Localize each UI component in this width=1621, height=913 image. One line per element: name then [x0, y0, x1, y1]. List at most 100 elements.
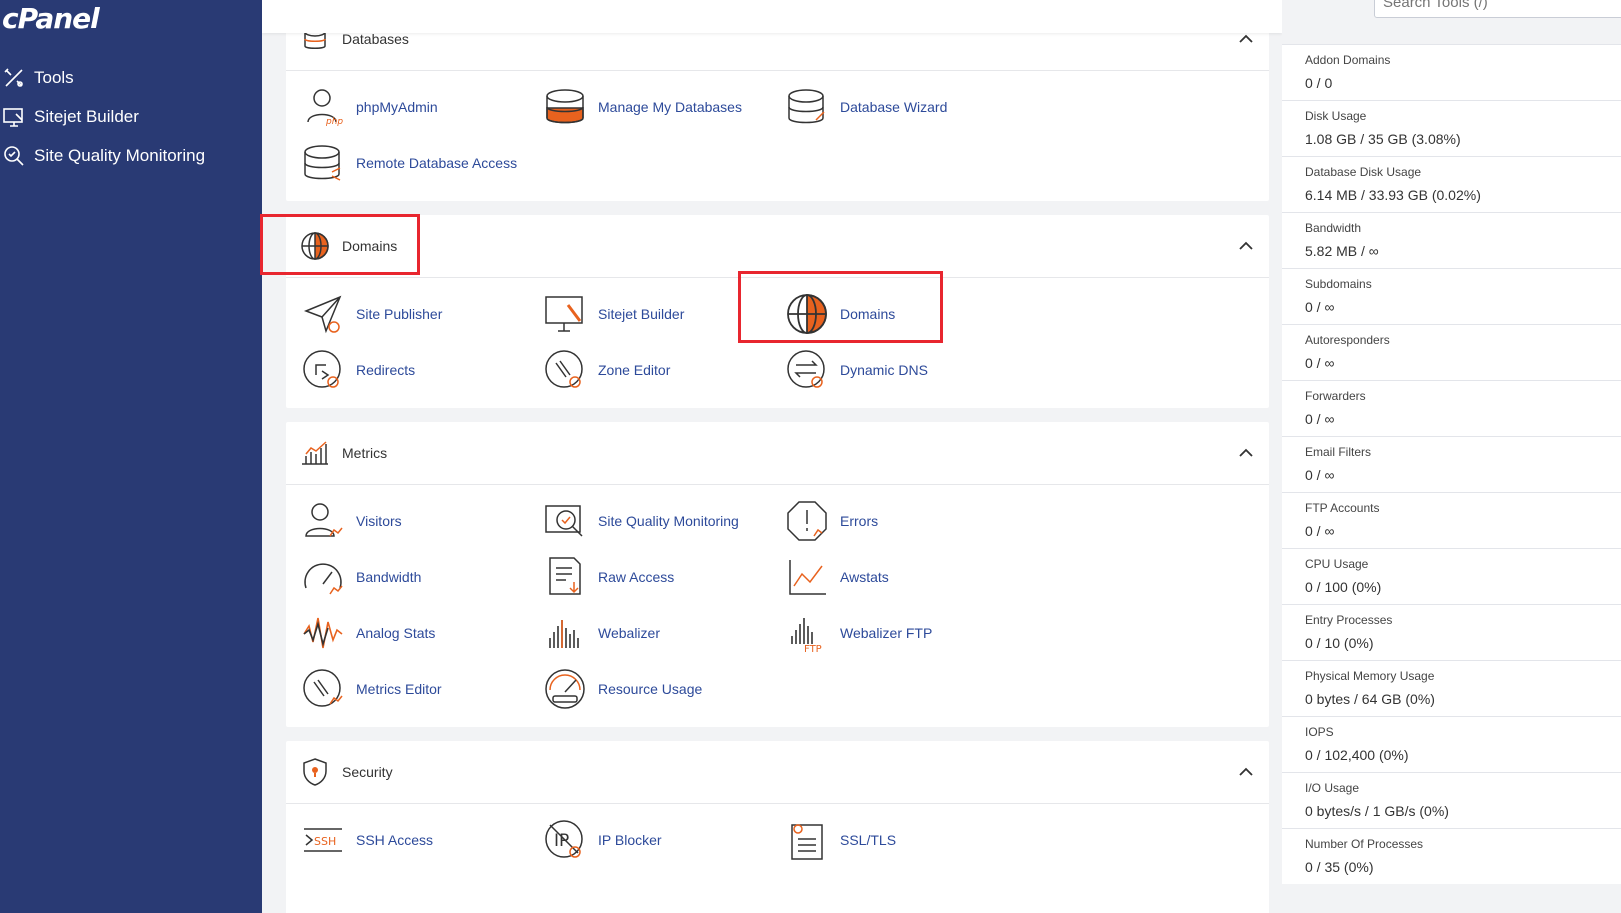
- tool-label: Webalizer FTP: [840, 625, 933, 641]
- stat-label: Entry Processes: [1305, 613, 1393, 627]
- stat-value: 6.14 MB / 33.93 GB (0.02%): [1305, 187, 1481, 203]
- sidebar-item-label: Sitejet Builder: [34, 107, 139, 126]
- stat-label: Forwarders: [1305, 389, 1366, 403]
- sidebar-item-sitejet-builder[interactable]: Sitejet Builder: [0, 101, 262, 133]
- stat-label: I/O Usage: [1305, 781, 1360, 795]
- tool-label: Manage My Databases: [598, 99, 742, 115]
- tool-awstats[interactable]: Awstats: [786, 552, 1026, 602]
- tool-webalizer-ftp[interactable]: FTP Webalizer FTP: [786, 608, 1026, 658]
- metrics-header[interactable]: Metrics: [286, 422, 1269, 485]
- tool-label: Dynamic DNS: [840, 362, 928, 378]
- section-title: Databases: [342, 31, 409, 47]
- tool-bandwidth[interactable]: Bandwidth: [302, 552, 542, 602]
- tool-ssh-access[interactable]: SSH SSH Access: [302, 815, 542, 865]
- chevron-up-icon[interactable]: [1239, 241, 1253, 251]
- stat-value: 0 / ∞: [1305, 467, 1335, 483]
- tool-label: IP Blocker: [598, 832, 662, 848]
- stat-value: 0 / ∞: [1305, 355, 1335, 371]
- stat-value: 0 / ∞: [1305, 523, 1335, 539]
- search-input[interactable]: [1374, 0, 1621, 18]
- tool-label: Site Publisher: [356, 306, 443, 322]
- tool-zone-editor[interactable]: Zone Editor: [544, 345, 784, 395]
- stat-row: Forwarders 0 / ∞: [1282, 380, 1621, 436]
- tool-label: Site Quality Monitoring: [598, 513, 739, 529]
- tool-resource-usage[interactable]: Resource Usage: [544, 664, 784, 714]
- stat-label: Database Disk Usage: [1305, 165, 1422, 179]
- tool-label: Redirects: [356, 362, 416, 378]
- domains-header[interactable]: Domains: [286, 215, 1269, 278]
- tool-site-quality-monitoring[interactable]: Site Quality Monitoring: [544, 496, 784, 546]
- stat-label: Disk Usage: [1305, 109, 1367, 123]
- tool-site-publisher[interactable]: Site Publisher: [302, 289, 542, 339]
- chevron-up-icon[interactable]: [1239, 448, 1253, 458]
- tool-label: Resource Usage: [598, 681, 703, 697]
- tool-label: Visitors: [356, 513, 402, 529]
- chevron-up-icon[interactable]: [1239, 34, 1253, 44]
- tool-visitors[interactable]: Visitors: [302, 496, 542, 546]
- warning-octagon-icon: [787, 501, 827, 541]
- tool-phpmyadmin[interactable]: php phpMyAdmin: [302, 82, 542, 132]
- metrics-panel: Metrics Visitors Site Quality Monitoring…: [286, 422, 1269, 727]
- top-bar: [262, 0, 1282, 33]
- waveform-icon: [303, 617, 343, 649]
- stat-label: Autoresponders: [1305, 333, 1390, 347]
- stat-label: Email Filters: [1305, 445, 1372, 459]
- tool-remote-database-access[interactable]: Remote Database Access: [302, 138, 542, 188]
- tool-label: Bandwidth: [356, 569, 422, 585]
- stat-row: Disk Usage 1.08 GB / 35 GB (3.08%): [1282, 100, 1621, 156]
- cpanel-logo[interactable]: cPanel: [2, 2, 100, 35]
- tool-label: Metrics Editor: [356, 681, 442, 697]
- bars-icon: [549, 620, 579, 648]
- highlight-domains-tool: [738, 271, 943, 343]
- tool-redirects[interactable]: Redirects: [302, 345, 542, 395]
- stat-row: Database Disk Usage 6.14 MB / 33.93 GB (0…: [1282, 156, 1621, 212]
- tool-webalizer[interactable]: Webalizer: [544, 608, 784, 658]
- stat-value: 0 / 35 (0%): [1305, 859, 1374, 875]
- visitors-icon: [305, 503, 343, 537]
- highlight-domains-header: [260, 214, 420, 275]
- section-title: Metrics: [342, 445, 388, 461]
- tool-raw-access[interactable]: Raw Access: [544, 552, 784, 602]
- tool-database-wizard[interactable]: Database Wizard: [786, 82, 1026, 132]
- stat-row: Bandwidth 5.82 MB / ∞: [1282, 212, 1621, 268]
- sidebar-item-label: Site Quality Monitoring: [34, 146, 206, 165]
- sidebar-item-site-quality-monitoring[interactable]: Site Quality Monitoring: [0, 140, 262, 172]
- stat-label: IOPS: [1305, 725, 1334, 739]
- databases-stack-icon: [546, 89, 584, 124]
- ssh-terminal-icon: SSH: [304, 828, 342, 852]
- tool-errors[interactable]: Errors: [786, 496, 1026, 546]
- stat-row: IOPS 0 / 102,400 (0%): [1282, 716, 1621, 772]
- stat-row: Subdomains 0 / ∞: [1282, 268, 1621, 324]
- phpmyadmin-icon: php: [307, 89, 343, 127]
- tool-label: Awstats: [840, 569, 889, 585]
- chevron-up-icon[interactable]: [1239, 767, 1253, 777]
- tool-ip-blocker[interactable]: IP IP Blocker: [544, 815, 784, 865]
- stat-row: Entry Processes 0 / 10 (0%): [1282, 604, 1621, 660]
- certificate-icon: [791, 824, 823, 860]
- stat-value: 0 / ∞: [1305, 299, 1335, 315]
- stat-row: Autoresponders 0 / ∞: [1282, 324, 1621, 380]
- sidebar-item-label: Tools: [34, 68, 74, 87]
- magnifier-check-icon: [4, 146, 24, 166]
- bars-ftp-icon: FTP: [791, 618, 822, 654]
- tool-analog-stats[interactable]: Analog Stats: [302, 608, 542, 658]
- stat-value: 0 bytes / 64 GB (0%): [1305, 691, 1435, 707]
- security-header[interactable]: Security: [286, 741, 1269, 804]
- stat-row: Physical Memory Usage 0 bytes / 64 GB (0%…: [1282, 660, 1621, 716]
- tool-dynamic-dns[interactable]: Dynamic DNS: [786, 345, 1026, 395]
- statistics-list: Addon Domains 0 / 0 Disk Usage 1.08 GB / 3…: [1282, 44, 1621, 884]
- tool-label: Sitejet Builder: [598, 306, 685, 322]
- tool-ssl-tls[interactable]: SSL/TLS: [786, 815, 1026, 865]
- stat-label: Number Of Processes: [1305, 837, 1424, 851]
- stat-value: 0 / ∞: [1305, 411, 1335, 427]
- sidebar-item-tools[interactable]: Tools: [0, 62, 262, 94]
- tool-metrics-editor[interactable]: Metrics Editor: [302, 664, 542, 714]
- tool-label: phpMyAdmin: [356, 99, 438, 115]
- monitor-brush-icon: [545, 296, 583, 332]
- tool-label: Raw Access: [598, 569, 675, 585]
- stat-value: 0 bytes/s / 1 GB/s (0%): [1305, 803, 1449, 819]
- tool-manage-my-databases[interactable]: Manage My Databases: [544, 82, 784, 132]
- databases-panel: Databases php phpMyAdmin Manage My Datab…: [286, 8, 1269, 201]
- metrics-editor-icon: [303, 669, 343, 707]
- stat-value: 1.08 GB / 35 GB (3.08%): [1305, 131, 1461, 147]
